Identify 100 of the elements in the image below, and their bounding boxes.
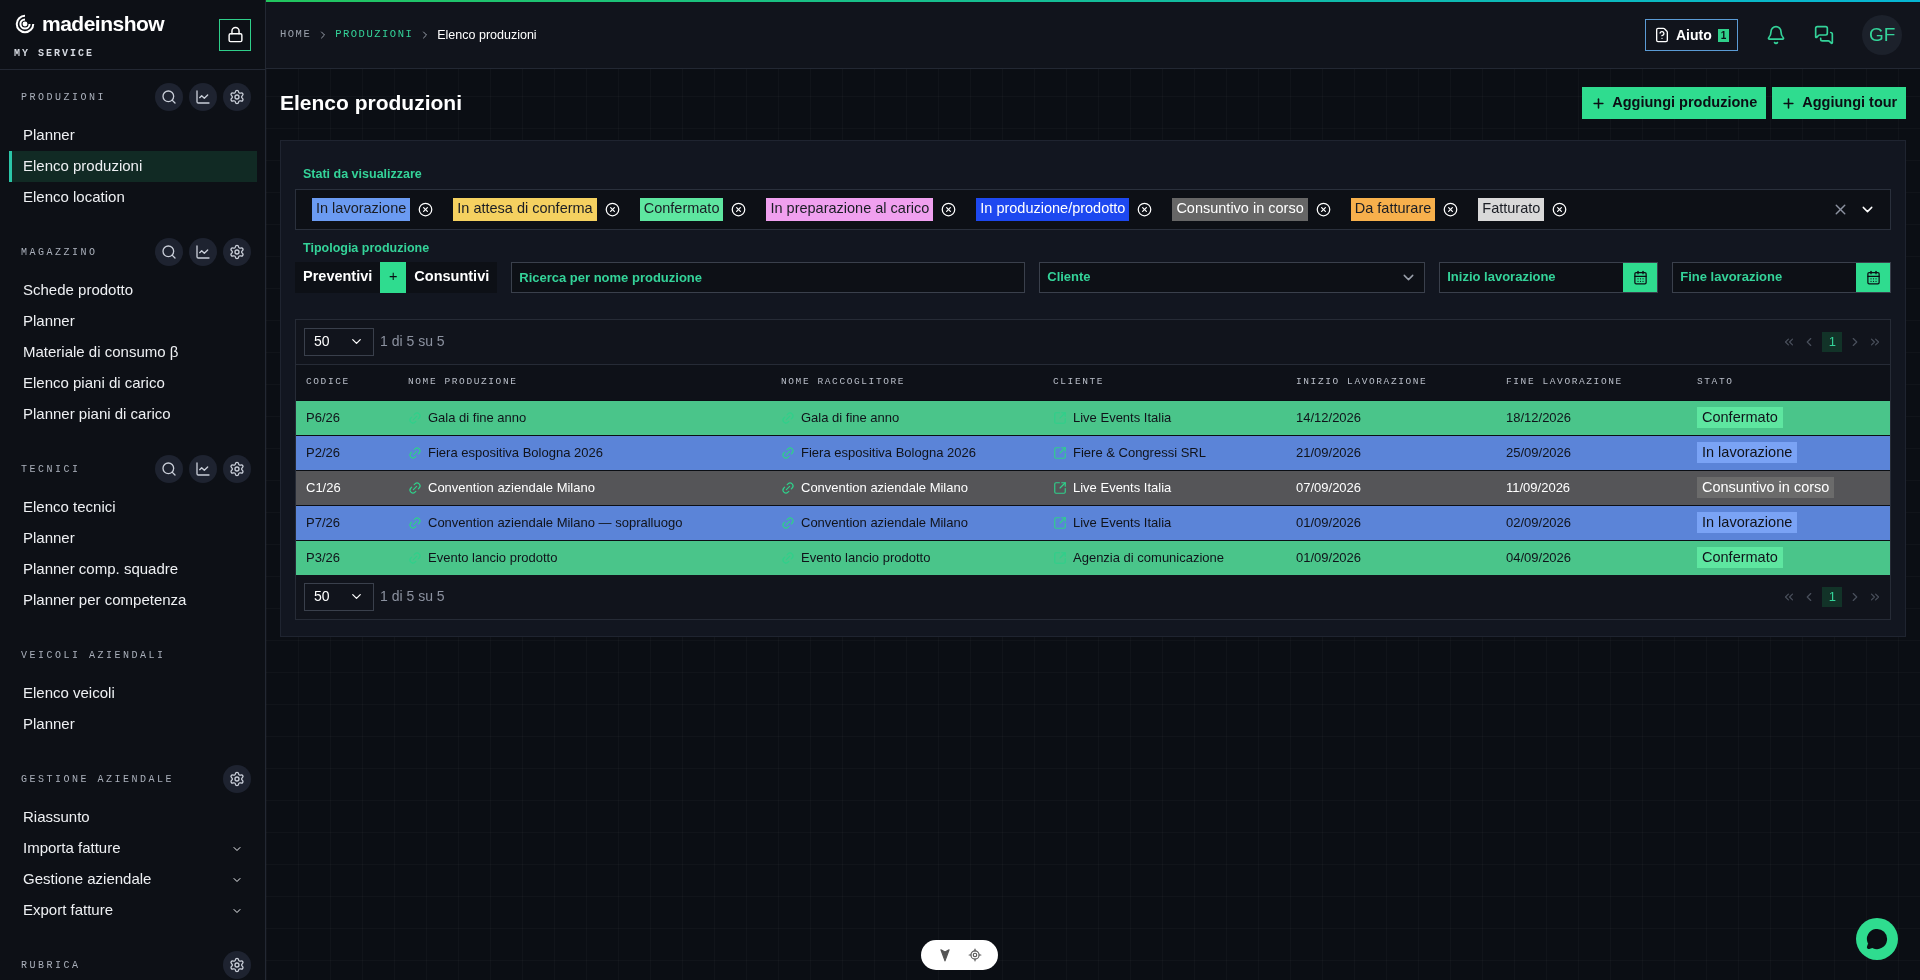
sidebar-item[interactable]: Importa fatture bbox=[9, 833, 257, 864]
add-button[interactable]: Aggiungi tour bbox=[1772, 87, 1907, 119]
field-label: Stati da visualizzare bbox=[303, 166, 423, 183]
column-header[interactable]: STATO bbox=[1687, 374, 1891, 390]
client-select[interactable]: Cliente bbox=[1039, 261, 1426, 293]
status-badge: In lavorazione bbox=[1697, 441, 1798, 464]
table-cell-text: Fiere & Congressi SRL bbox=[1073, 443, 1206, 462]
table-row[interactable]: C1/26 Convention aziendale Milano Convention aziendale Milano Live Events Italia 07/09/2026 11/09/2026 Consuntivo in corso bbox=[296, 469, 1891, 505]
messages-icon[interactable] bbox=[1814, 25, 1835, 45]
page-number[interactable]: 1 bbox=[1822, 586, 1843, 607]
page-size-select[interactable]: 50 bbox=[304, 327, 374, 356]
remove-chip-icon[interactable] bbox=[1137, 201, 1153, 217]
sidebar-item[interactable]: Planner comp. squadre bbox=[9, 554, 257, 585]
page-range: 1 di 5 su 5 bbox=[380, 587, 445, 606]
remove-chip-icon[interactable] bbox=[1443, 201, 1459, 217]
table-cell-text: Convention aziendale Milano bbox=[801, 478, 968, 497]
column-header[interactable]: CLIENTE bbox=[1043, 374, 1286, 390]
search-button[interactable] bbox=[155, 83, 183, 111]
add-button[interactable]: Aggiungi produzione bbox=[1582, 87, 1767, 119]
sidebar-item[interactable]: Elenco location bbox=[9, 182, 257, 213]
search-button[interactable] bbox=[155, 238, 183, 266]
status-chip: In preparazione al carico bbox=[766, 197, 934, 221]
sidebar-item[interactable]: Gestione aziendale bbox=[9, 864, 257, 895]
calendar-icon[interactable] bbox=[1632, 269, 1648, 285]
calendar-icon[interactable] bbox=[1865, 269, 1881, 285]
remove-chip-icon[interactable] bbox=[941, 201, 957, 217]
settings-button[interactable] bbox=[223, 83, 251, 111]
brand-name: madeinshow bbox=[42, 11, 165, 38]
line-chart-button[interactable] bbox=[189, 238, 217, 266]
remove-chip-icon[interactable] bbox=[604, 201, 620, 217]
crosshair-icon[interactable] bbox=[967, 948, 982, 962]
breadcrumb-link[interactable]: Elenco produzioni bbox=[437, 25, 537, 45]
settings-button[interactable] bbox=[223, 455, 251, 483]
remove-chip-icon[interactable] bbox=[1552, 201, 1568, 217]
column-header[interactable]: INIZIO LAVORAZIONE bbox=[1286, 374, 1496, 390]
settings-button[interactable] bbox=[223, 238, 251, 266]
lock-icon bbox=[226, 26, 244, 43]
status-badge: Confermato bbox=[1697, 406, 1783, 429]
type-toggle-option[interactable]: Consuntivi bbox=[406, 261, 498, 293]
date-field[interactable]: Fine lavorazione bbox=[1672, 261, 1892, 293]
notification-bell-icon[interactable] bbox=[1766, 25, 1787, 45]
sidebar-item[interactable]: Planner bbox=[9, 306, 257, 337]
table-cell-text: P6/26 bbox=[306, 408, 340, 427]
breadcrumb-link[interactable]: HOME bbox=[280, 27, 312, 43]
status-chip: Consuntivo in corso bbox=[1172, 197, 1308, 221]
section-heading: MAGAZZINO bbox=[21, 245, 98, 260]
column-header[interactable]: NOME RACCOGLITORE bbox=[771, 374, 1043, 390]
sidebar-item[interactable]: Materiale di consumo β bbox=[9, 337, 257, 368]
table-cell-text: Live Events Italia bbox=[1073, 478, 1172, 497]
sidebar-item[interactable]: Elenco tecnici bbox=[9, 492, 257, 523]
sidebar-item[interactable]: Riassunto bbox=[9, 802, 257, 833]
help-count-badge: 1 bbox=[1717, 28, 1730, 42]
pointer-icon[interactable] bbox=[937, 948, 952, 962]
help-button[interactable]: Aiuto 1 bbox=[1644, 19, 1739, 51]
remove-chip-icon[interactable] bbox=[1315, 201, 1331, 217]
external-link-icon[interactable] bbox=[1053, 480, 1067, 495]
status-chip: Confermato bbox=[639, 197, 724, 221]
column-header[interactable]: CODICE bbox=[296, 374, 398, 390]
table-cell-text: P3/26 bbox=[306, 548, 340, 567]
column-header[interactable]: NOME PRODUZIONE bbox=[398, 374, 771, 390]
search-button[interactable] bbox=[155, 455, 183, 483]
table-cell-text: Fiera espositiva Bologna 2026 bbox=[801, 443, 976, 462]
search-icon bbox=[161, 244, 177, 260]
table-cell-text: P7/26 bbox=[306, 513, 340, 532]
remove-chip-icon[interactable] bbox=[731, 201, 747, 217]
sidebar-item[interactable]: Elenco veicoli bbox=[9, 678, 257, 709]
table-cell-text: Convention aziendale Milano bbox=[801, 513, 968, 532]
sidebar-item[interactable]: Planner piani di carico bbox=[9, 399, 257, 430]
line-chart-button[interactable] bbox=[189, 455, 217, 483]
sidebar-item[interactable]: Planner bbox=[9, 523, 257, 554]
search-field[interactable]: Ricerca per nome produzione bbox=[511, 261, 1026, 293]
status-chip: In attesa di conferma bbox=[453, 197, 597, 221]
plus-icon bbox=[1591, 95, 1607, 111]
settings-button[interactable] bbox=[223, 765, 251, 793]
table-cell-text: Evento lancio prodotto bbox=[428, 548, 558, 567]
sidebar-item[interactable]: Elenco piani di carico bbox=[9, 368, 257, 399]
lock-button[interactable] bbox=[219, 18, 251, 51]
sidebar-item[interactable]: Planner per competenza bbox=[9, 585, 257, 616]
type-toggle-option[interactable]: Preventivi bbox=[295, 261, 381, 293]
table-cell-text: 02/09/2026 bbox=[1506, 513, 1572, 532]
page-number[interactable]: 1 bbox=[1822, 331, 1843, 352]
sidebar-item[interactable]: Planner bbox=[9, 709, 257, 740]
settings-icon bbox=[229, 461, 245, 477]
section-heading: RUBRICA bbox=[21, 958, 81, 973]
column-header[interactable]: FINE LAVORAZIONE bbox=[1496, 374, 1687, 390]
page-size-select[interactable]: 50 bbox=[304, 582, 374, 611]
line-chart-icon bbox=[195, 89, 211, 105]
sidebar-item[interactable]: Export fatture bbox=[9, 895, 257, 926]
settings-button[interactable] bbox=[223, 951, 251, 979]
line-chart-icon bbox=[195, 244, 211, 260]
sidebar-item[interactable]: Elenco produzioni bbox=[9, 151, 257, 182]
type-toggle-option[interactable]: + bbox=[380, 261, 407, 293]
user-avatar[interactable]: GF bbox=[1862, 15, 1903, 55]
breadcrumb-link[interactable]: PRODUZIONI bbox=[335, 27, 414, 43]
sidebar-item[interactable]: Schede prodotto bbox=[9, 275, 257, 306]
date-field[interactable]: Inizio lavorazione bbox=[1439, 261, 1659, 293]
sidebar-item[interactable]: Planner bbox=[9, 120, 257, 151]
line-chart-button[interactable] bbox=[189, 83, 217, 111]
remove-chip-icon[interactable] bbox=[418, 201, 434, 217]
status-multiselect[interactable]: In lavorazione In attesa di conferma Confermato In preparazione al carico In produzione/prodotto Consuntivo in corso Da fatturare Fatturato bbox=[295, 188, 1892, 230]
